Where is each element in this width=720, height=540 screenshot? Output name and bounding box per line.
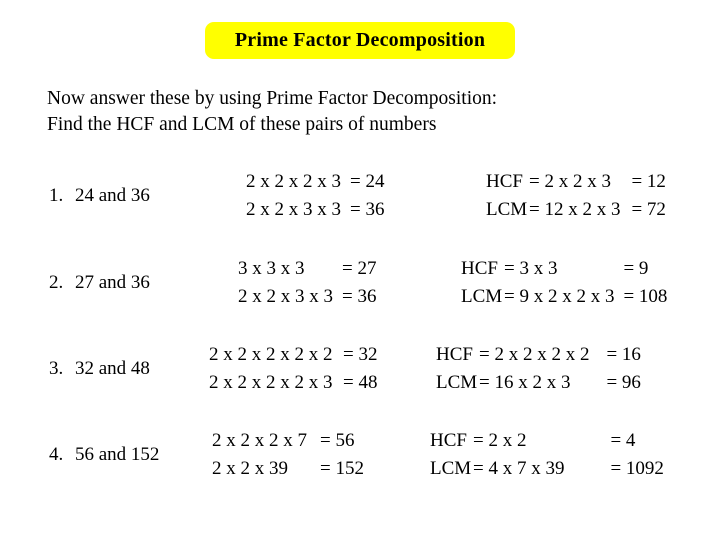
lcm-expression: 16 x 2 x 3 [494,372,571,393]
factorisation-result: = 32 [343,344,378,365]
lcm-expression: 12 x 2 x 3 [544,199,621,220]
lcm-expression: 9 x 2 x 2 x 3 [519,286,615,307]
question-label: 4. 56 and 152 [49,441,159,469]
lcm-result: = 72 [631,199,666,220]
hcf-label: HCF [430,430,467,451]
answers-column: HCF = 3 x 3 = 9 LCM= 9 x 2 x 2 x 3 = 108 [461,255,667,311]
question-number: 1. [49,185,64,206]
question-number: 3. [49,358,64,379]
lcm-equals: = [473,458,484,479]
question-row: 4. 56 and 152 2 x 2 x 2 x 7 = 56 2 x 2 x 3… [0,427,720,483]
question-number: 2. [49,272,64,293]
question-row: 2. 27 and 36 3 x 3 x 3 = 27 2 x 2 x 3 x 3 =… [0,255,720,311]
hcf-line: HCF = 2 x 2 x 3 = 12 [486,168,666,196]
hcf-line: HCF = 2 x 2 x 2 x 2 = 16 [436,341,641,369]
factorisation-expression: 2 x 2 x 2 x 7 [212,430,307,451]
factorisation-line: 2 x 2 x 3 x 3 = 36 [238,283,376,311]
lcm-line: LCM= 16 x 2 x 3 = 96 [436,369,641,397]
hcf-result: = 12 [631,171,666,192]
lcm-label: LCM [486,199,528,220]
lcm-line: LCM= 4 x 7 x 39 = 1092 [430,455,664,483]
factorisation-result: = 36 [342,286,377,307]
lcm-result: = 1092 [610,458,664,479]
hcf-label: HCF [436,344,473,365]
lcm-equals: = [529,199,540,220]
lcm-line: LCM= 12 x 2 x 3 = 72 [486,196,666,224]
hcf-expression: 2 x 2 [488,430,527,451]
question-label: 1. 24 and 36 [49,182,150,210]
factorisation-expression: 2 x 2 x 39 [212,458,288,479]
factorisation-expression: 2 x 2 x 3 x 3 [238,286,333,307]
hcf-result: = 4 [610,430,636,451]
answers-column: HCF = 2 x 2 = 4 LCM= 4 x 7 x 39 = 1092 [430,427,664,483]
lcm-label: LCM [436,372,478,393]
hcf-result: = 16 [606,344,641,365]
intro-text: Now answer these by using Prime Factor D… [47,86,497,138]
hcf-line: HCF = 2 x 2 = 4 [430,427,664,455]
hcf-line: HCF = 3 x 3 = 9 [461,255,667,283]
answers-column: HCF = 2 x 2 x 3 = 12 LCM= 12 x 2 x 3 = 72 [486,168,666,224]
question-row: 1. 24 and 36 2 x 2 x 2 x 3 = 24 2 x 2 x 3 … [0,168,720,224]
hcf-expression: 3 x 3 [519,258,558,279]
lcm-result: = 108 [623,286,668,307]
factorisation-column: 2 x 2 x 2 x 7 = 56 2 x 2 x 39 = 152 [212,427,364,483]
question-label: 3. 32 and 48 [49,355,150,383]
factorisation-expression: 2 x 2 x 2 x 2 x 2 [209,344,333,365]
factorisation-line: 2 x 2 x 3 x 3 = 36 [246,196,384,224]
factorisation-line: 2 x 2 x 2 x 2 x 3 = 48 [209,369,377,397]
lcm-result: = 96 [606,372,641,393]
question-pair: 24 and 36 [75,185,150,206]
intro-line-2: Find the HCF and LCM of these pairs of n… [47,114,437,135]
factorisation-line: 2 x 2 x 39 = 152 [212,455,364,483]
factorisation-result: = 36 [350,199,385,220]
slide-title: Prime Factor Decomposition [204,22,516,59]
lcm-label: LCM [461,286,503,307]
factorisation-expression: 3 x 3 x 3 [238,258,305,279]
question-pair: 27 and 36 [75,272,150,293]
lcm-line: LCM= 9 x 2 x 2 x 3 = 108 [461,283,667,311]
hcf-label: HCF [486,171,523,192]
factorisation-expression: 2 x 2 x 2 x 2 x 3 [209,372,333,393]
factorisation-result: = 24 [350,171,385,192]
factorisation-line: 3 x 3 x 3 = 27 [238,255,376,283]
hcf-equals: = [479,344,490,365]
lcm-label: LCM [430,458,472,479]
question-pair: 56 and 152 [75,444,160,465]
factorisation-result: = 152 [320,458,364,479]
lcm-equals: = [504,286,515,307]
answers-column: HCF = 2 x 2 x 2 x 2 = 16 LCM= 16 x 2 x 3 = … [436,341,641,397]
question-row: 3. 32 and 48 2 x 2 x 2 x 2 x 2 = 32 2 x 2 … [0,341,720,397]
factorisation-line: 2 x 2 x 2 x 3 = 24 [246,168,384,196]
hcf-expression: 2 x 2 x 3 [544,171,611,192]
question-number: 4. [49,444,64,465]
hcf-equals: = [473,430,484,451]
hcf-expression: 2 x 2 x 2 x 2 [494,344,590,365]
hcf-label: HCF [461,258,498,279]
hcf-result: = 9 [623,258,649,279]
hcf-equals: = [529,171,540,192]
intro-line-1: Now answer these by using Prime Factor D… [47,88,498,109]
factorisation-expression: 2 x 2 x 3 x 3 [246,199,341,220]
hcf-equals: = [504,258,515,279]
factorisation-column: 2 x 2 x 2 x 2 x 2 = 32 2 x 2 x 2 x 2 x 3 =… [209,341,377,397]
lcm-expression: 4 x 7 x 39 [488,458,565,479]
factorisation-line: 2 x 2 x 2 x 2 x 2 = 32 [209,341,377,369]
factorisation-result: = 27 [342,258,377,279]
factorisation-line: 2 x 2 x 2 x 7 = 56 [212,427,364,455]
factorisation-result: = 56 [320,430,355,451]
question-label: 2. 27 and 36 [49,269,150,297]
factorisation-expression: 2 x 2 x 2 x 3 [246,171,341,192]
factorisation-result: = 48 [343,372,378,393]
question-pair: 32 and 48 [75,358,150,379]
title-banner-container: Prime Factor Decomposition [0,22,720,59]
lcm-equals: = [479,372,490,393]
factorisation-column: 3 x 3 x 3 = 27 2 x 2 x 3 x 3 = 36 [238,255,376,311]
factorisation-column: 2 x 2 x 2 x 3 = 24 2 x 2 x 3 x 3 = 36 [246,168,384,224]
